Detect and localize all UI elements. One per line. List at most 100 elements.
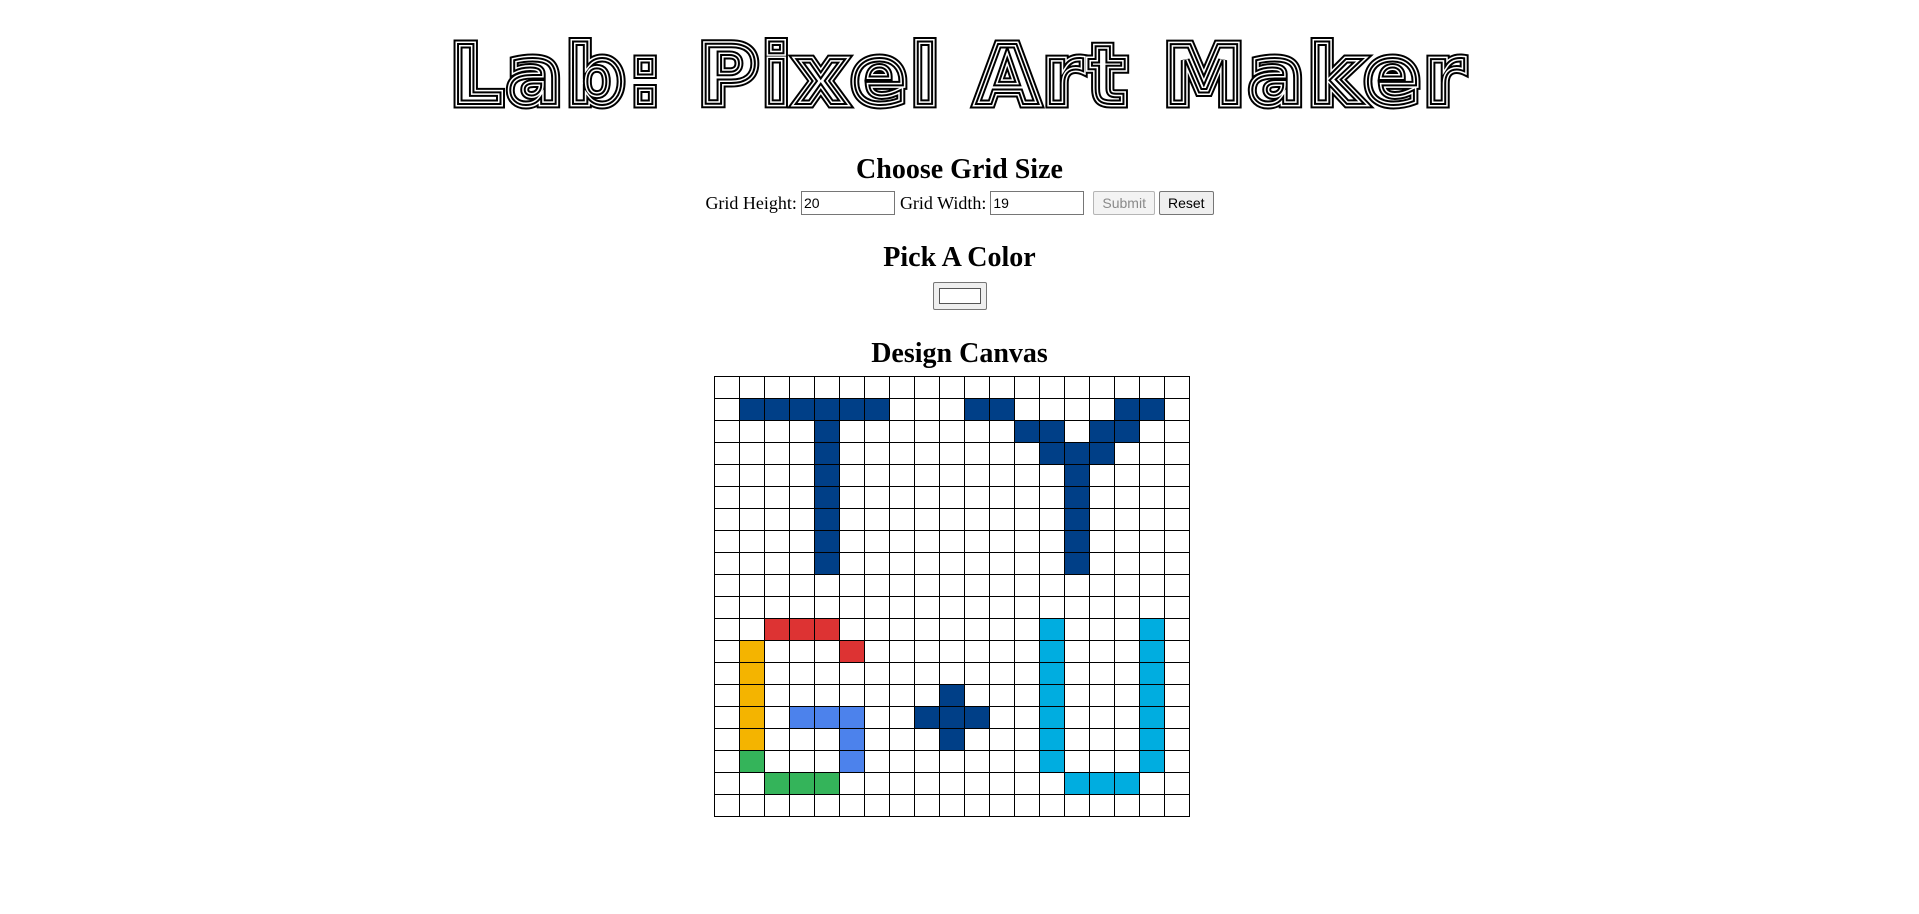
pixel-cell[interactable] [1064, 398, 1090, 421]
pixel-cell[interactable] [964, 640, 990, 663]
pixel-cell[interactable] [964, 486, 990, 509]
pixel-cell[interactable] [914, 794, 940, 817]
pixel-cell[interactable] [1064, 508, 1090, 531]
pixel-cell[interactable] [789, 376, 815, 399]
pixel-cell[interactable] [714, 728, 740, 751]
pixel-cell[interactable] [1139, 574, 1165, 597]
pixel-cell[interactable] [1014, 464, 1040, 487]
pixel-cell[interactable] [714, 464, 740, 487]
pixel-cell[interactable] [764, 596, 790, 619]
pixel-cell[interactable] [989, 574, 1015, 597]
pixel-cell[interactable] [914, 530, 940, 553]
pixel-cell[interactable] [864, 376, 890, 399]
pixel-cell[interactable] [864, 750, 890, 773]
pixel-cell[interactable] [889, 706, 915, 729]
pixel-cell[interactable] [1039, 464, 1065, 487]
pixel-cell[interactable] [739, 376, 765, 399]
pixel-cell[interactable] [814, 706, 840, 729]
pixel-cell[interactable] [1039, 640, 1065, 663]
pixel-cell[interactable] [1164, 640, 1190, 663]
pixel-cell[interactable] [914, 618, 940, 641]
pixel-cell[interactable] [889, 398, 915, 421]
pixel-cell[interactable] [814, 508, 840, 531]
pixel-cell[interactable] [1114, 398, 1140, 421]
pixel-cell[interactable] [714, 376, 740, 399]
pixel-cell[interactable] [1014, 706, 1040, 729]
pixel-cell[interactable] [814, 684, 840, 707]
pixel-cell[interactable] [1139, 464, 1165, 487]
pixel-cell[interactable] [1164, 684, 1190, 707]
pixel-cell[interactable] [1139, 442, 1165, 465]
pixel-cell[interactable] [914, 552, 940, 575]
pixel-cell[interactable] [1089, 420, 1115, 443]
pixel-cell[interactable] [864, 618, 890, 641]
pixel-cell[interactable] [839, 772, 865, 795]
pixel-cell[interactable] [814, 486, 840, 509]
pixel-cell[interactable] [939, 750, 965, 773]
pixel-cell[interactable] [739, 398, 765, 421]
pixel-cell[interactable] [1164, 552, 1190, 575]
pixel-cell[interactable] [1039, 728, 1065, 751]
pixel-cell[interactable] [839, 530, 865, 553]
pixel-cell[interactable] [864, 706, 890, 729]
pixel-cell[interactable] [989, 640, 1015, 663]
pixel-cell[interactable] [989, 618, 1015, 641]
pixel-cell[interactable] [939, 530, 965, 553]
pixel-cell[interactable] [1039, 706, 1065, 729]
pixel-cell[interactable] [1014, 640, 1040, 663]
pixel-cell[interactable] [989, 728, 1015, 751]
pixel-cell[interactable] [814, 420, 840, 443]
pixel-cell[interactable] [1014, 398, 1040, 421]
pixel-cell[interactable] [1014, 486, 1040, 509]
pixel-cell[interactable] [739, 706, 765, 729]
pixel-cell[interactable] [1039, 574, 1065, 597]
pixel-cell[interactable] [1164, 398, 1190, 421]
pixel-cell[interactable] [1039, 442, 1065, 465]
pixel-cell[interactable] [964, 552, 990, 575]
pixel-cell[interactable] [914, 486, 940, 509]
pixel-cell[interactable] [1164, 376, 1190, 399]
pixel-cell[interactable] [1114, 596, 1140, 619]
pixel-cell[interactable] [839, 596, 865, 619]
pixel-cell[interactable] [1114, 684, 1140, 707]
pixel-cell[interactable] [864, 420, 890, 443]
pixel-cell[interactable] [1089, 728, 1115, 751]
pixel-cell[interactable] [839, 574, 865, 597]
pixel-cell[interactable] [714, 772, 740, 795]
pixel-cell[interactable] [1164, 574, 1190, 597]
pixel-cell[interactable] [989, 662, 1015, 685]
pixel-cell[interactable] [1164, 794, 1190, 817]
pixel-cell[interactable] [814, 398, 840, 421]
pixel-cell[interactable] [1114, 376, 1140, 399]
pixel-cell[interactable] [764, 706, 790, 729]
pixel-cell[interactable] [1039, 508, 1065, 531]
pixel-cell[interactable] [1114, 442, 1140, 465]
pixel-cell[interactable] [989, 750, 1015, 773]
pixel-cell[interactable] [1089, 552, 1115, 575]
pixel-cell[interactable] [1089, 772, 1115, 795]
pixel-cell[interactable] [839, 376, 865, 399]
pixel-cell[interactable] [964, 618, 990, 641]
pixel-cell[interactable] [1089, 508, 1115, 531]
pixel-cell[interactable] [914, 442, 940, 465]
pixel-cell[interactable] [939, 574, 965, 597]
pixel-cell[interactable] [914, 508, 940, 531]
pixel-cell[interactable] [1114, 530, 1140, 553]
pixel-cell[interactable] [1089, 574, 1115, 597]
pixel-cell[interactable] [939, 442, 965, 465]
pixel-cell[interactable] [914, 420, 940, 443]
pixel-cell[interactable] [1064, 442, 1090, 465]
pixel-cell[interactable] [1164, 662, 1190, 685]
pixel-cell[interactable] [1114, 552, 1140, 575]
pixel-cell[interactable] [714, 530, 740, 553]
pixel-cell[interactable] [889, 750, 915, 773]
pixel-cell[interactable] [714, 398, 740, 421]
grid-width-input[interactable] [990, 191, 1085, 215]
pixel-cell[interactable] [1014, 772, 1040, 795]
pixel-cell[interactable] [839, 464, 865, 487]
pixel-cell[interactable] [1139, 530, 1165, 553]
pixel-cell[interactable] [889, 486, 915, 509]
pixel-cell[interactable] [1039, 530, 1065, 553]
pixel-cell[interactable] [939, 398, 965, 421]
pixel-cell[interactable] [964, 596, 990, 619]
